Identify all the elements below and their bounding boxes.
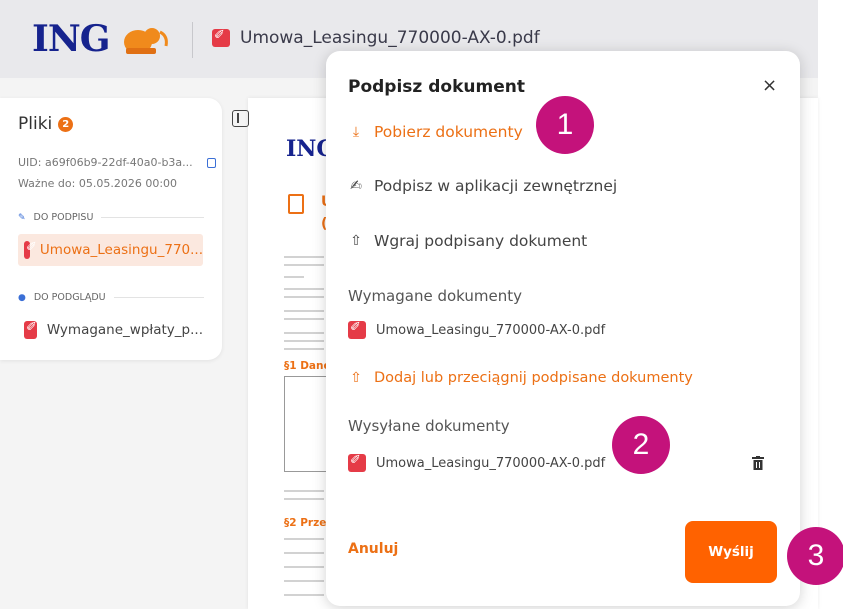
required-document-name: Umowa_Leasingu_770000-AX-0.pdf bbox=[376, 322, 606, 338]
required-document-item[interactable]: Umowa_Leasingu_770000-AX-0.pdf bbox=[348, 320, 606, 339]
add-signed-documents-button[interactable]: ⇧ Dodaj lub przeciągnij podpisane dokume… bbox=[348, 370, 693, 386]
callout-marker-1: 1 bbox=[536, 96, 594, 154]
lion-icon bbox=[123, 28, 168, 54]
upload-signed-button[interactable]: ⇧ Wgraj podpisany dokument bbox=[348, 232, 587, 250]
sidebar-title-text: Pliki bbox=[18, 114, 53, 134]
uid-text: UID: a69f06b9-22df-40a0-b3a... bbox=[18, 156, 193, 169]
callout-marker-3: 3 bbox=[787, 527, 843, 585]
add-signed-documents-label: Dodaj lub przeciągnij podpisane dokument… bbox=[374, 370, 693, 386]
signature-icon: ✍ bbox=[350, 178, 362, 194]
section-to-sign: ✎ DO PODPISU bbox=[18, 212, 204, 223]
title-separator bbox=[192, 22, 193, 58]
document-text-line bbox=[284, 332, 324, 334]
pdf-icon bbox=[348, 320, 366, 339]
upload-icon: ⇧ bbox=[350, 233, 362, 249]
document-section-1: §1 Dane bbox=[284, 360, 331, 372]
pdf-icon bbox=[348, 453, 366, 472]
sidebar-file-to-sign[interactable]: Umowa_Leasingu_770... bbox=[18, 234, 203, 266]
pdf-icon bbox=[24, 320, 37, 339]
copy-icon[interactable] bbox=[206, 157, 216, 168]
valid-until: Ważne do: 05.05.2026 00:00 bbox=[18, 177, 178, 190]
document-icon bbox=[288, 194, 304, 214]
download-documents-button[interactable]: ⤓ Pobierz dokumenty bbox=[348, 123, 523, 141]
section-divider bbox=[113, 297, 204, 298]
upload-icon: ⇧ bbox=[350, 370, 362, 386]
sign-external-app-label: Podpisz w aplikacji zewnętrznej bbox=[374, 177, 618, 195]
document-title-text: Umowa_Leasingu_770000-AX-0.pdf bbox=[240, 28, 540, 48]
document-text-line bbox=[284, 498, 324, 500]
upload-signed-label: Wgraj podpisany dokument bbox=[374, 232, 588, 250]
document-text-line bbox=[284, 340, 324, 342]
download-documents-label: Pobierz dokumenty bbox=[374, 123, 523, 141]
document-text-line bbox=[284, 552, 324, 554]
section-to-view-label: DO PODGLĄDU bbox=[33, 292, 106, 303]
document-text-line bbox=[284, 310, 324, 312]
cancel-button[interactable]: Anuluj bbox=[348, 541, 398, 557]
sign-external-app-button[interactable]: ✍ Podpisz w aplikacji zewnętrznej bbox=[348, 177, 617, 195]
collapse-sidebar-icon[interactable] bbox=[232, 110, 249, 127]
document-text-line bbox=[284, 296, 324, 298]
document-table bbox=[284, 376, 328, 472]
pen-icon: ✎ bbox=[18, 212, 26, 223]
callout-marker-2: 2 bbox=[612, 416, 670, 474]
document-text-line bbox=[284, 348, 324, 350]
document-text-line bbox=[284, 288, 324, 290]
document-title: Umowa_Leasingu_770000-AX-0.pdf bbox=[212, 28, 540, 48]
document-text-line bbox=[284, 580, 324, 582]
files-sidebar: Pliki 2 UID: a69f06b9-22df-40a0-b3a... W… bbox=[0, 98, 222, 360]
files-count-badge: 2 bbox=[58, 116, 74, 132]
document-text-line bbox=[284, 566, 324, 568]
sidebar-title: Pliki 2 bbox=[18, 114, 74, 134]
modal-title: Podpisz dokument bbox=[348, 77, 525, 97]
document-text-line bbox=[284, 594, 324, 596]
logo-text: ING bbox=[32, 18, 110, 60]
pdf-icon bbox=[24, 240, 37, 259]
section-divider bbox=[101, 217, 204, 218]
trash-icon[interactable] bbox=[752, 456, 764, 470]
document-text-line bbox=[284, 256, 324, 258]
section-to-view: ● DO PODGLĄDU bbox=[18, 292, 204, 303]
send-button[interactable]: Wyślij bbox=[685, 521, 777, 583]
document-uid: UID: a69f06b9-22df-40a0-b3a... bbox=[18, 156, 216, 169]
document-text-line bbox=[284, 318, 324, 320]
required-documents-label: Wymagane dokumenty bbox=[348, 287, 523, 305]
section-to-sign-label: DO PODPISU bbox=[33, 212, 94, 223]
document-text-line bbox=[284, 264, 324, 266]
ing-logo: ING bbox=[32, 18, 172, 60]
sent-document-name: Umowa_Leasingu_770000-AX-0.pdf bbox=[376, 455, 606, 471]
sent-documents-label: Wysyłane dokumenty bbox=[348, 417, 510, 435]
sidebar-file-to-view-label: Wymagane_wpłaty_p... bbox=[46, 322, 203, 338]
eye-icon: ● bbox=[18, 292, 26, 303]
close-icon[interactable]: × bbox=[762, 75, 777, 96]
sidebar-file-to-view[interactable]: Wymagane_wpłaty_p... bbox=[18, 314, 203, 346]
document-text-line bbox=[284, 276, 304, 278]
download-icon: ⤓ bbox=[352, 124, 360, 140]
document-text-line bbox=[284, 538, 324, 540]
sidebar-file-to-sign-label: Umowa_Leasingu_770... bbox=[39, 242, 203, 258]
pdf-icon bbox=[212, 28, 230, 47]
sent-document-item[interactable]: Umowa_Leasingu_770000-AX-0.pdf bbox=[348, 453, 606, 472]
screenshot-stage: ING Umowa_Leasingu_770000-AX-0.pdf INC U… bbox=[0, 0, 843, 609]
document-text-line bbox=[284, 490, 324, 492]
